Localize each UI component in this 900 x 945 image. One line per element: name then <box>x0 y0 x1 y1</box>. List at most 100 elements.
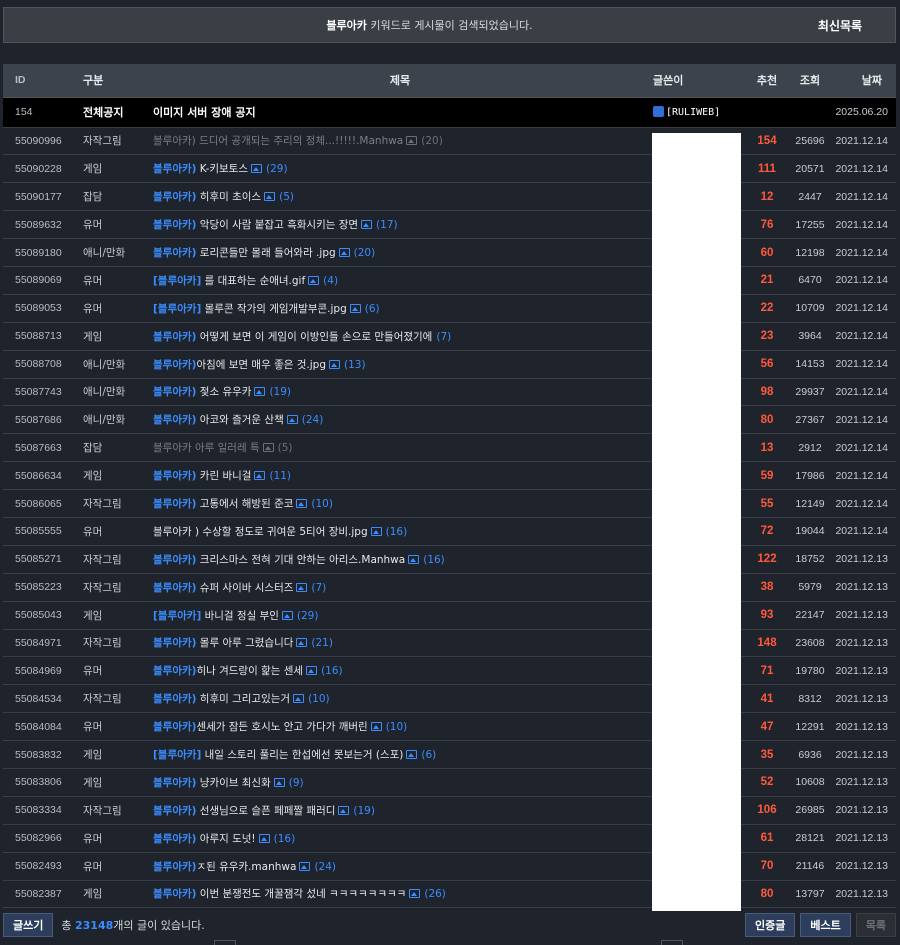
post-category: 자작그림 <box>83 581 122 594</box>
post-title[interactable]: 블루아카) 크리스마스 전혀 기대 안하는 아리스.Manhwa (16) <box>149 545 651 573</box>
image-icon <box>406 750 418 760</box>
list-button[interactable]: 목록 <box>855 913 896 937</box>
table-row[interactable]: 55083334 자작그림 블루아카) 선생님으로 슬픈 페페짤 패러디 (19) 10… <box>3 796 896 825</box>
comment-count[interactable]: (29) <box>297 610 319 622</box>
table-row[interactable]: 55084084 유머 블루아카)센세가 잠든 호시노 안고 가다가 깨버린 (10)… <box>3 713 896 741</box>
table-row[interactable]: 55087686 애니/만화 블루아카) 아코와 즐거운 산책 (24) 80 27367… <box>3 406 896 434</box>
post-title[interactable]: 블루아카) 어떻게 보면 이 게임이 이방인들 손으로 만들어졌기에 (7) <box>149 322 651 350</box>
comment-count[interactable]: (6) <box>365 303 380 315</box>
post-title[interactable]: 블루아카) 히후미 그리고있는거 (10) <box>149 685 651 713</box>
comment-count[interactable]: (10) <box>308 693 330 705</box>
write-button[interactable]: 글쓰기 <box>3 913 54 937</box>
comment-count[interactable]: (20) <box>354 247 376 259</box>
post-title[interactable]: 블루아카) 젖소 유우카 (19) <box>149 378 651 406</box>
table-row[interactable]: 55085223 자작그림 블루아카) 슈퍼 사이바 시스터즈 (7) 38 5979 20… <box>3 573 896 602</box>
post-title[interactable]: 블루아카)ㅈ된 유우카.manhwa (24) <box>149 852 651 880</box>
post-title[interactable]: 블루아카) 아코와 즐거운 산책 (24) <box>149 406 651 434</box>
post-title[interactable]: 블루아카) 드디어 공개되는 주리의 정체...!!!!!.Manhwa (20) <box>149 127 651 155</box>
table-row[interactable]: 55089069 유머 [블루아카] 를 대표하는 순애녀.gif (4) 21 6470… <box>3 266 896 295</box>
comment-count[interactable]: (16) <box>423 554 445 566</box>
comment-count[interactable]: (13) <box>344 359 366 371</box>
post-title[interactable]: 블루아카) 슈퍼 사이바 시스터즈 (7) <box>149 573 651 601</box>
post-id: 55090228 <box>15 162 62 175</box>
table-row[interactable]: 55089180 애니/만화 블루아카) 로리콘들만 몰래 들어와라 .jpg (20… <box>3 239 896 267</box>
comment-count[interactable]: (19) <box>353 805 375 817</box>
post-title[interactable]: 블루아카 아루 일러레 특 (5) <box>149 434 651 462</box>
post-title[interactable]: 블루아카) 카린 바니걸 (11) <box>149 462 651 490</box>
post-title[interactable]: [블루아카] 몰루콘 작가의 게임개발부콘.jpg (6) <box>149 294 651 322</box>
comment-count[interactable]: (16) <box>321 665 343 677</box>
board-footer: 글쓰기 총 23148개의 글이 있습니다. 인증글 베스트 목록 <box>3 912 896 938</box>
table-row[interactable]: 55086065 자작그림 블루아카) 고통에서 해방된 준코 (10) 55 12149… <box>3 490 896 518</box>
post-title[interactable]: 블루아카) 고통에서 해방된 준코 (10) <box>149 490 651 518</box>
table-row[interactable]: 55082493 유머 블루아카)ㅈ된 유우카.manhwa (24) 70 21146 2… <box>3 852 896 881</box>
comment-count[interactable]: (5) <box>279 191 294 203</box>
comment-count[interactable]: (29) <box>266 163 288 175</box>
post-title[interactable]: [블루아카] 바니걸 정실 부인 (29) <box>149 601 651 629</box>
comment-count[interactable]: (17) <box>376 219 398 231</box>
post-id: 55086065 <box>15 497 62 510</box>
post-title-keyword: 블루아카) <box>153 553 197 566</box>
notice-writer[interactable]: [RULIWEB] <box>651 97 747 127</box>
comment-count[interactable]: (26) <box>424 888 446 900</box>
comment-count[interactable]: (5) <box>278 442 293 454</box>
post-title[interactable]: [블루아카] 를 대표하는 순애녀.gif (4) <box>149 266 651 294</box>
comment-count[interactable]: (16) <box>386 526 408 538</box>
post-title[interactable]: 블루아카) 냥카이브 최신화 (9) <box>149 768 651 796</box>
post-title[interactable]: [블루아카] 내일 스토리 풀리는 한섭에선 못보는거 (스포) (6) <box>149 741 651 769</box>
comment-count[interactable]: (4) <box>323 275 338 287</box>
notice-row[interactable]: 154 전체공지 이미지 서버 장애 공지 [RULIWEB] 2025.06.… <box>3 97 896 127</box>
comment-count[interactable]: (7) <box>311 582 326 594</box>
post-title[interactable]: 블루아카) K-키보토스 (29) <box>149 155 651 183</box>
table-row[interactable]: 55085271 자작그림 블루아카) 크리스마스 전혀 기대 안하는 아리스.Ma… <box>3 545 896 574</box>
notice-title[interactable]: 이미지 서버 장애 공지 <box>149 97 651 127</box>
table-row[interactable]: 55086634 게임 블루아카) 카린 바니걸 (11) 59 17986 2021.12… <box>3 462 896 490</box>
post-title[interactable]: 블루아카)히나 겨드랑이 핥는 센세 (16) <box>149 657 651 685</box>
table-row[interactable]: 55085555 유머 블루아카 ) 수상할 정도로 귀여운 5티어 장비.jpg (… <box>3 517 896 546</box>
table-row[interactable]: 55084969 유머 블루아카)히나 겨드랑이 핥는 센세 (16) 71 19780 2… <box>3 657 896 685</box>
comment-count[interactable]: (24) <box>302 414 324 426</box>
table-row[interactable]: 55088708 애니/만화 블루아카)아침에 보면 매우 좋은 것.jpg (13)… <box>3 350 896 379</box>
table-row[interactable]: 55082387 게임 블루아카) 이번 분쟁전도 개꿀잼각 섰네 ㅋㅋㅋㅋㅋㅋㅋㅋ… <box>3 880 896 908</box>
certified-posts-button[interactable]: 인증글 <box>745 913 796 937</box>
comment-count[interactable]: (10) <box>311 498 333 510</box>
comment-count[interactable]: (6) <box>421 749 436 761</box>
comment-count[interactable]: (21) <box>311 637 333 649</box>
table-row[interactable]: 55090996 자작그림 블루아카) 드디어 공개되는 주리의 정체...!!!!… <box>3 127 896 155</box>
post-title[interactable]: 블루아카) 악당이 사람 붙잡고 흑화시키는 장면 (17) <box>149 211 651 239</box>
post-title[interactable]: 블루아카) 히후미 초이스 (5) <box>149 183 651 211</box>
table-row[interactable]: 55083832 게임 [블루아카] 내일 스토리 풀리는 한섭에선 못보는거 (스… <box>3 741 896 769</box>
post-title[interactable]: 블루아카) 아루지 도넛! (16) <box>149 824 651 852</box>
table-row[interactable]: 55090177 잡담 블루아카) 히후미 초이스 (5) 12 2447 2021.12.… <box>3 183 896 211</box>
table-row[interactable]: 55089632 유머 블루아카) 악당이 사람 붙잡고 흑화시키는 장면 (17) 7… <box>3 211 896 239</box>
table-row[interactable]: 55090228 게임 블루아카) K-키보토스 (29) 111 20571 2021.1… <box>3 155 896 183</box>
table-row[interactable]: 55084534 자작그림 블루아카) 히후미 그리고있는거 (10) 41 8312 20… <box>3 685 896 713</box>
post-title[interactable]: 블루아카)센세가 잠든 호시노 안고 가다가 깨버린 (10) <box>149 713 651 741</box>
comment-count[interactable]: (24) <box>314 861 336 873</box>
table-row[interactable]: 55088713 게임 블루아카) 어떻게 보면 이 게임이 이방인들 손으로 만들… <box>3 322 896 351</box>
comment-count[interactable]: (7) <box>436 331 451 343</box>
comment-count[interactable]: (20) <box>421 135 443 147</box>
table-row[interactable]: 55085043 게임 [블루아카] 바니걸 정실 부인 (29) 93 22147 202… <box>3 601 896 630</box>
best-posts-button[interactable]: 베스트 <box>800 913 851 937</box>
post-title[interactable]: 블루아카) 로리콘들만 몰래 들어와라 .jpg (20) <box>149 239 651 267</box>
post-views: 17986 <box>795 469 825 482</box>
post-title[interactable]: 블루아카)아침에 보면 매우 좋은 것.jpg (13) <box>149 350 651 378</box>
table-row[interactable]: 55087663 잡담 블루아카 아루 일러레 특 (5) 13 2912 2021.12.… <box>3 434 896 462</box>
table-row[interactable]: 55089053 유머 [블루아카] 몰루콘 작가의 게임개발부콘.jpg (6) 22… <box>3 294 896 323</box>
comment-count[interactable]: (11) <box>269 470 291 482</box>
table-row[interactable]: 55084971 자작그림 블루아카) 몰루 아루 그렸습니다 (21) 148 2360… <box>3 629 896 657</box>
comment-count[interactable]: (9) <box>289 777 304 789</box>
comment-count[interactable]: (10) <box>386 721 408 733</box>
comment-count[interactable]: (19) <box>269 386 291 398</box>
table-row[interactable]: 55083806 게임 블루아카) 냥카이브 최신화 (9) 52 10608 2021.1… <box>3 768 896 797</box>
comment-count[interactable]: (16) <box>274 833 296 845</box>
post-title[interactable]: 블루아카) 몰루 아루 그렸습니다 (21) <box>149 629 651 657</box>
post-id: 55085223 <box>15 581 62 594</box>
latest-list-link[interactable]: 최신목록 <box>785 17 895 34</box>
table-row[interactable]: 55082966 유머 블루아카) 아루지 도넛! (16) 61 28121 2021.1… <box>3 824 896 853</box>
post-title[interactable]: 블루아카) 선생님으로 슬픈 페페짤 패러디 (19) <box>149 796 651 824</box>
post-title[interactable]: 블루아카) 이번 분쟁전도 개꿀잼각 섰네 ㅋㅋㅋㅋㅋㅋㅋㅋ (26) <box>149 880 651 908</box>
post-title[interactable]: 블루아카 ) 수상할 정도로 귀여운 5티어 장비.jpg (16) <box>149 517 651 545</box>
table-row[interactable]: 55087743 애니/만화 블루아카) 젖소 유우카 (19) 98 29937 2021… <box>3 378 896 406</box>
